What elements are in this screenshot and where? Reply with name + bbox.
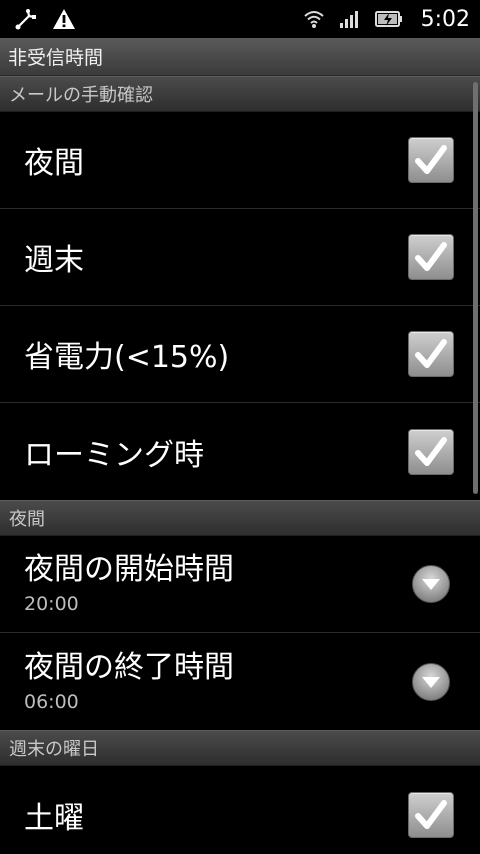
pref-saturday[interactable]: 土曜 [0,766,480,854]
wifi-icon [303,9,325,29]
pref-night[interactable]: 夜間 [0,112,480,209]
status-left [14,7,76,31]
usb-debug-icon [14,7,38,31]
checkbox-night[interactable] [408,137,454,183]
pref-label: 週末 [24,243,84,278]
checkmark-icon [415,436,447,466]
pref-power-saving[interactable]: 省電力(<15%) [0,306,480,403]
pref-label: 省電力(<15%) [24,340,230,375]
status-time: 5:02 [420,6,470,32]
section-header-weekend-days: 週末の曜日 [0,730,480,766]
status-right: 5:02 [303,7,470,32]
pref-label: 夜間 [24,146,84,181]
checkbox-weekend[interactable] [408,234,454,280]
pref-roaming[interactable]: ローミング時 [0,403,480,500]
status-bar: 5:02 [0,0,480,38]
pref-weekend[interactable]: 週末 [0,209,480,306]
battery-charging-icon [374,10,403,28]
checkmark-icon [415,799,447,829]
pref-text: 夜間の開始時間 20:00 [24,551,234,617]
dropdown-night-start[interactable] [412,565,450,603]
pref-label: 土曜 [24,800,84,836]
warning-icon [52,8,76,30]
checkmark-icon [415,242,447,271]
pref-label: ローミング時 [24,437,204,473]
section-header-manual-check: メールの手動確認 [0,76,480,112]
scrollbar[interactable] [473,82,478,494]
page-title: 非受信時間 [0,38,480,76]
pref-value: 06:00 [24,690,79,713]
settings-list[interactable]: メールの手動確認 夜間 週末 省電力(<15%) ローミング時 夜間 夜間の開始… [0,76,480,854]
pref-night-start[interactable]: 夜間の開始時間 20:00 [0,536,480,633]
pref-title: 夜間の終了時間 [24,649,234,685]
chevron-down-icon [422,676,440,688]
pref-night-end[interactable]: 夜間の終了時間 06:00 [0,633,480,730]
pref-text: 夜間の終了時間 06:00 [24,649,234,715]
pref-value: 20:00 [24,593,79,615]
chevron-down-icon [422,579,440,590]
checkbox-power-saving[interactable] [408,331,454,377]
checkbox-saturday[interactable] [408,791,454,838]
checkmark-icon [415,145,447,174]
checkbox-roaming[interactable] [408,428,454,475]
section-header-night: 夜間 [0,500,480,536]
signal-icon [339,9,361,29]
pref-title: 夜間の開始時間 [24,552,234,587]
dropdown-night-end[interactable] [412,662,450,701]
checkmark-icon [415,339,447,368]
